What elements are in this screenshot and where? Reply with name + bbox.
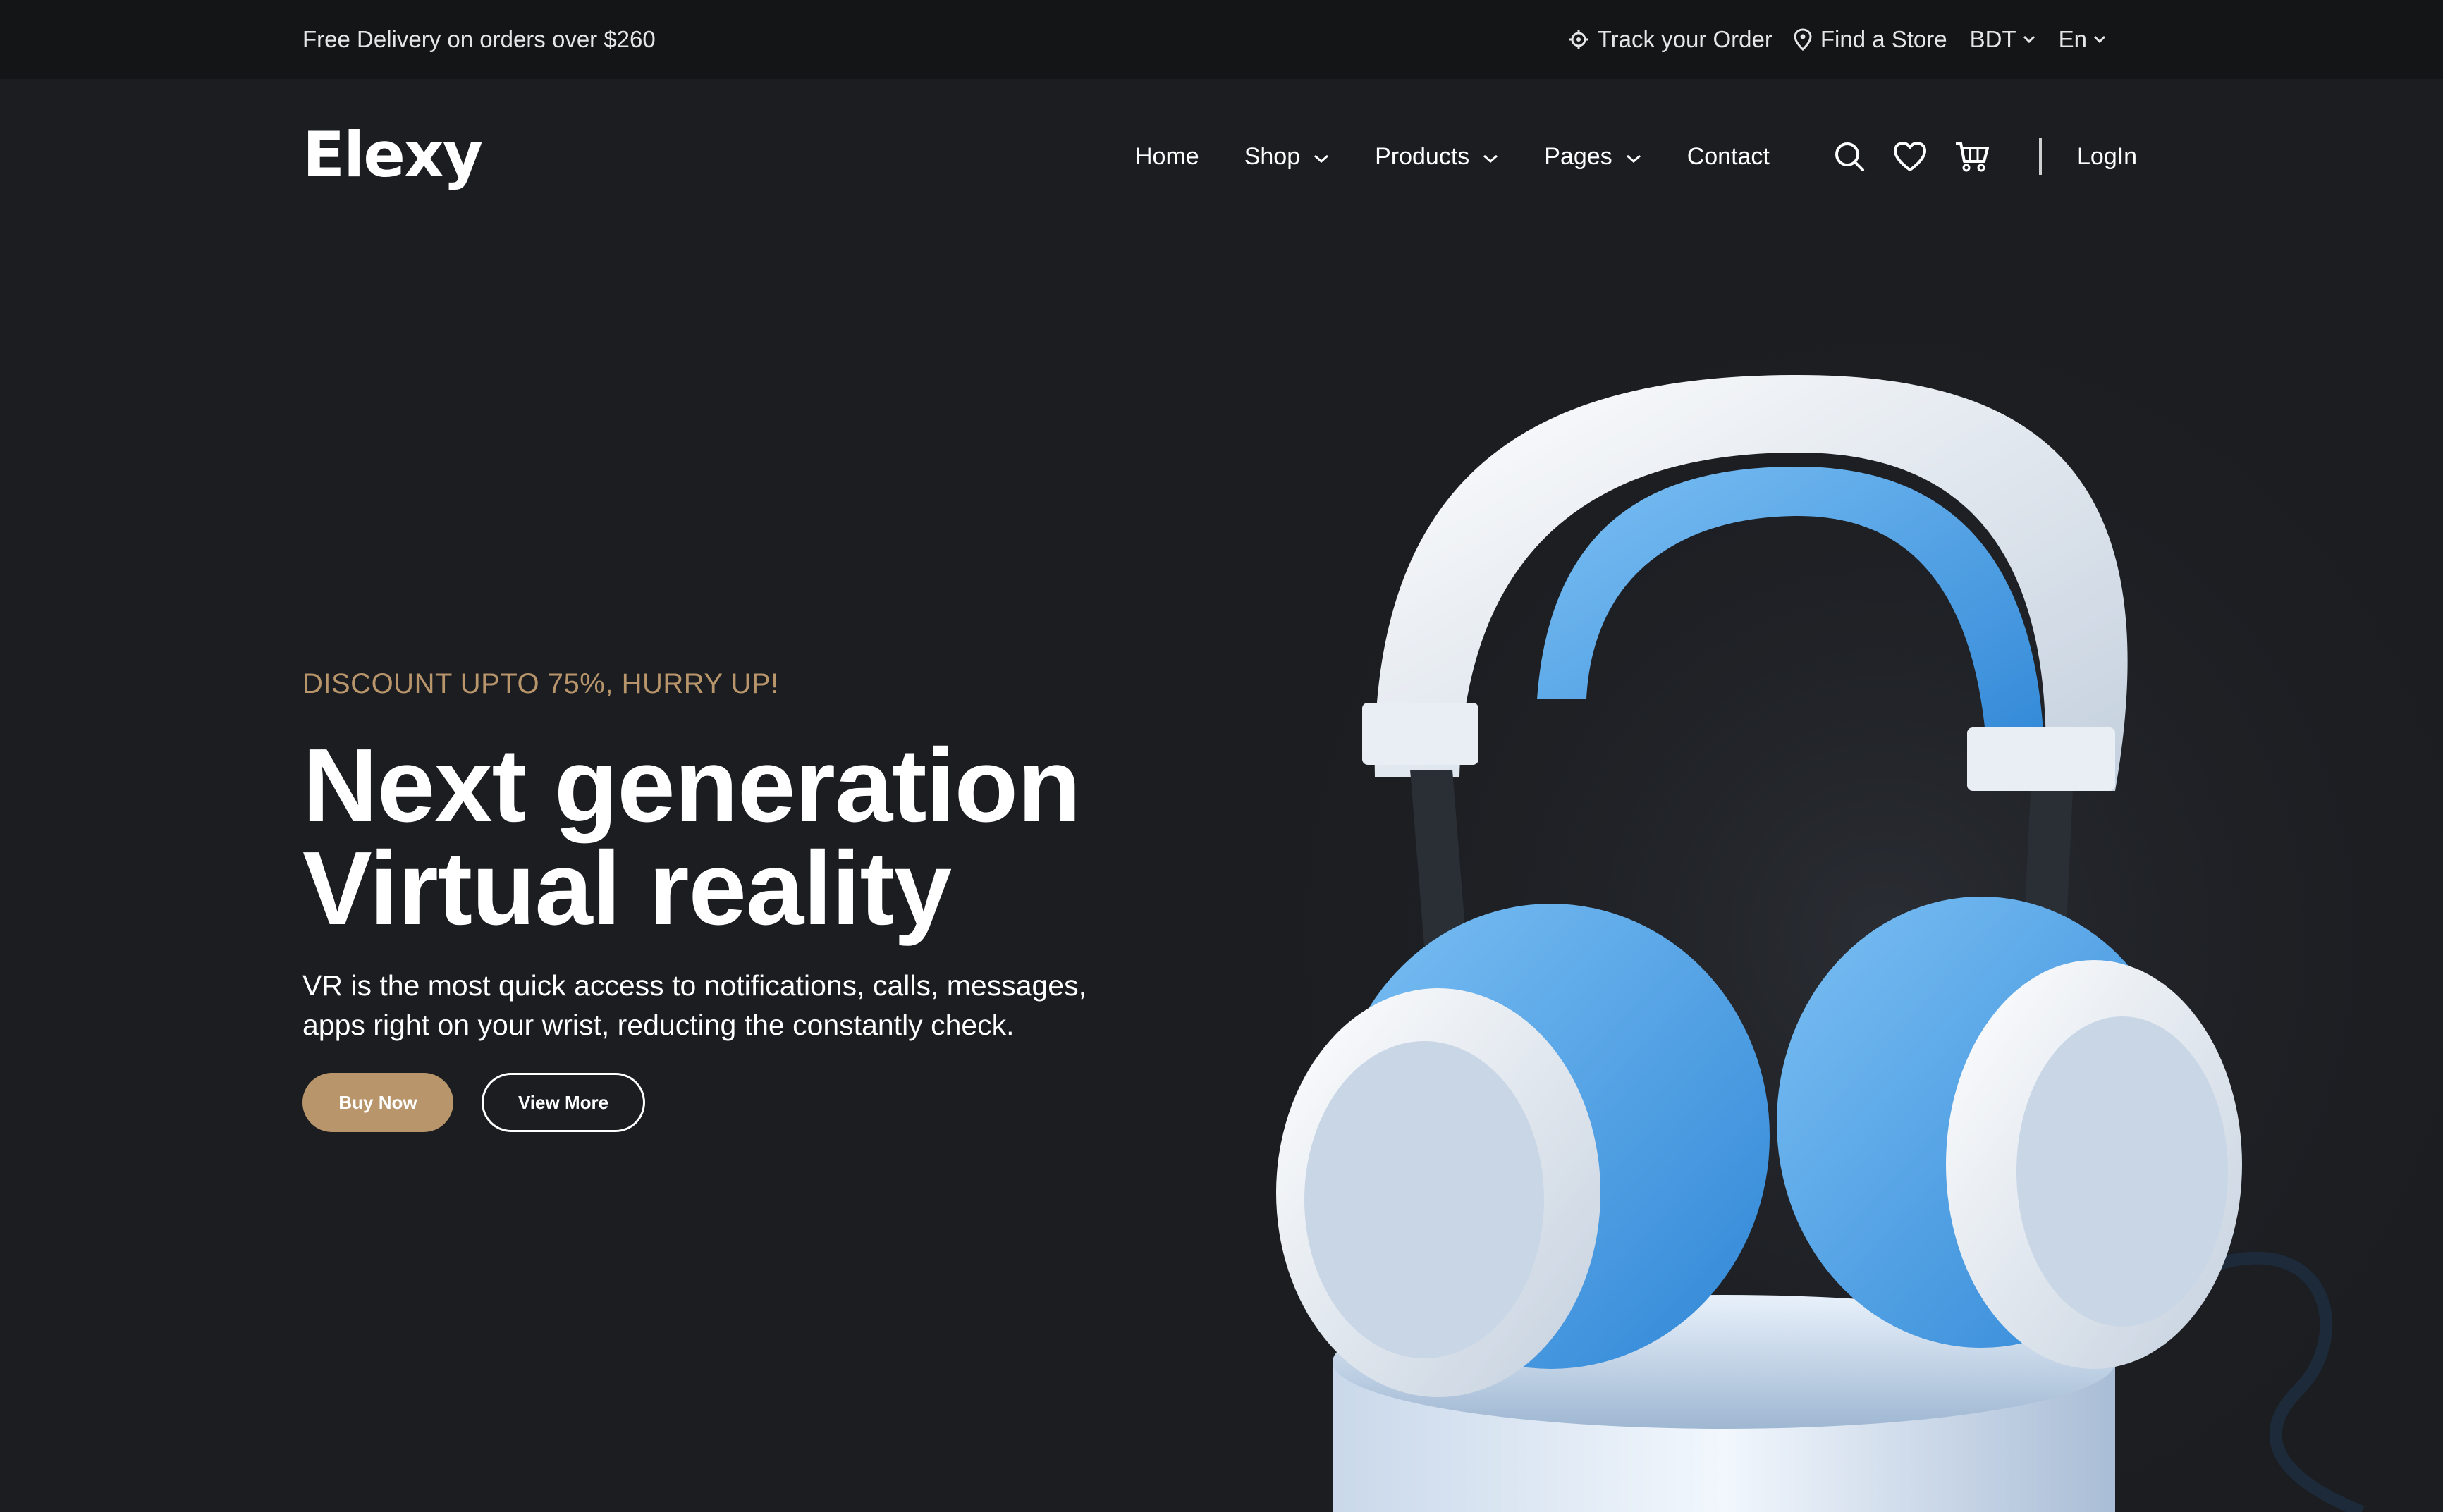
headline-line-1: Next generation (302, 727, 1081, 844)
headline-line-2: Virtual reality (302, 830, 952, 947)
search-icon (1835, 142, 1864, 171)
language-label: En (2058, 26, 2087, 52)
hero-description: VR is the most quick access to notificat… (302, 969, 1087, 1041)
nav-pages[interactable]: Pages (1544, 143, 1641, 171)
map-pin-icon (1794, 28, 1812, 51)
find-store-label: Find a Store (1820, 26, 1947, 52)
cart-icon (1956, 142, 1989, 172)
main-header: Elexy Home Shop Products Pages Contact L… (0, 79, 2443, 234)
language-selector[interactable]: En (2059, 26, 2107, 53)
chevron-down-icon (1626, 154, 1641, 164)
discount-tagline: DISCOUNT UPTO 75%, HURRY UP! (302, 668, 779, 699)
view-more-button[interactable]: View More (482, 1073, 645, 1132)
nav-products[interactable]: Products (1375, 143, 1499, 171)
nav-pages-label: Pages (1544, 142, 1612, 170)
currency-selector[interactable]: BDT (1970, 26, 2036, 53)
cart-button[interactable] (1954, 140, 1990, 173)
site-logo[interactable]: Elexy (302, 120, 483, 190)
chevron-down-icon (1483, 154, 1498, 164)
track-order-label: Track your Order (1597, 26, 1772, 52)
free-delivery-text: Free Delivery on orders over $260 (302, 26, 656, 52)
chevron-down-icon (1314, 154, 1329, 164)
main-nav: Home Shop Products Pages Contact (1135, 79, 1770, 234)
top-bar: Free Delivery on orders over $260 Track … (0, 0, 2443, 79)
nav-shop[interactable]: Shop (1244, 143, 1330, 171)
nav-home[interactable]: Home (1135, 143, 1199, 171)
header-actions: LogIn (1833, 79, 2137, 234)
nav-home-label: Home (1135, 142, 1199, 170)
heart-icon (1894, 142, 1926, 171)
search-button[interactable] (1833, 140, 1866, 173)
chevron-down-icon (2093, 35, 2106, 44)
top-bar-links: Track your Order Find a Store BDT En (1547, 0, 2107, 79)
nav-shop-label: Shop (1244, 142, 1301, 170)
buy-now-button[interactable]: Buy Now (302, 1073, 453, 1132)
chevron-down-icon (2023, 35, 2035, 44)
currency-label: BDT (1969, 26, 2016, 52)
headphones-product-image (1199, 234, 2443, 1512)
nav-contact[interactable]: Contact (1687, 143, 1770, 171)
location-target-icon (1568, 30, 1588, 49)
wishlist-button[interactable] (1892, 140, 1928, 173)
login-link[interactable]: LogIn (2077, 143, 2137, 171)
nav-products-label: Products (1375, 142, 1470, 170)
header-divider (2039, 138, 2042, 175)
track-order-link[interactable]: Track your Order (1568, 26, 1772, 53)
nav-contact-label: Contact (1686, 142, 1770, 170)
find-store-link[interactable]: Find a Store (1794, 26, 1947, 53)
hero-headline: Next generation Virtual reality (302, 727, 1149, 947)
